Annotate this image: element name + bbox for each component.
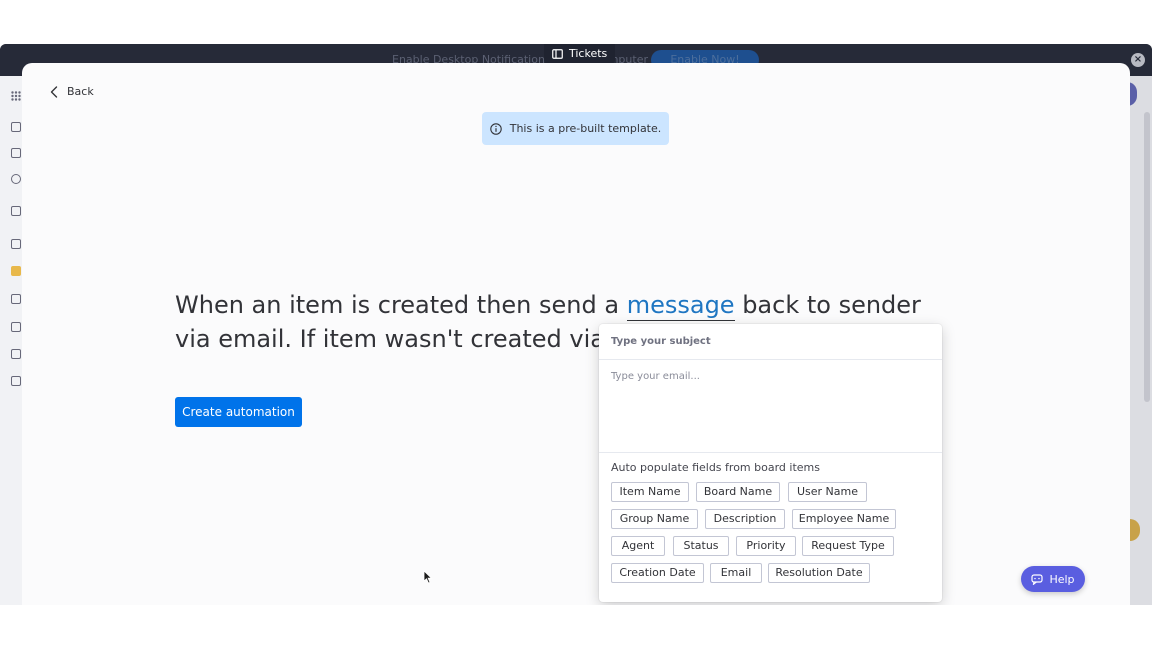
field-chip-board-name[interactable]: Board Name — [696, 482, 780, 502]
apps-grid-icon[interactable] — [11, 86, 21, 101]
workspaces-icon[interactable] — [11, 239, 21, 249]
info-icon — [489, 122, 502, 135]
notifications-icon[interactable] — [11, 174, 21, 184]
field-chip-creation-date[interactable]: Creation Date — [611, 563, 704, 583]
left-sidebar — [0, 76, 22, 605]
field-chip-agent[interactable]: Agent — [611, 536, 665, 556]
my-work-icon[interactable] — [11, 148, 21, 158]
back-button[interactable]: Back — [50, 85, 94, 98]
field-chip-group-name[interactable]: Group Name — [611, 509, 698, 529]
field-chip-request-type[interactable]: Request Type — [802, 536, 894, 556]
field-chip-description[interactable]: Description — [705, 509, 785, 529]
board-icon[interactable] — [11, 294, 21, 304]
create-automation-button[interactable]: Create automation — [175, 397, 302, 427]
autopopulate-label: Auto populate fields from board items — [611, 461, 820, 474]
email-subject-input[interactable] — [599, 324, 942, 360]
field-chip-employee-name[interactable]: Employee Name — [792, 509, 896, 529]
panel-icon — [552, 49, 563, 59]
chat-help-icon — [1031, 573, 1044, 585]
chevron-left-icon — [50, 85, 58, 98]
scrollbar[interactable] — [1144, 112, 1150, 402]
automation-template-modal: Back This is a pre-built template. When … — [22, 63, 1130, 605]
alert-icon[interactable] — [11, 322, 21, 332]
field-chip-item-name[interactable]: Item Name — [611, 482, 689, 502]
help-button[interactable]: Help — [1021, 566, 1085, 592]
document-icon[interactable] — [11, 349, 21, 359]
close-icon[interactable]: × — [1131, 53, 1145, 67]
tickets-tab[interactable]: Tickets — [544, 44, 616, 64]
email-body-textarea[interactable] — [599, 361, 942, 453]
home-icon[interactable] — [11, 122, 21, 132]
mouse-cursor-icon — [423, 570, 433, 584]
email-composer-popup: Auto populate fields from board items It… — [599, 324, 942, 602]
help-label: Help — [1049, 572, 1075, 586]
field-chip-resolution-date[interactable]: Resolution Date — [768, 563, 870, 583]
back-label: Back — [67, 85, 94, 98]
banner-text: This is a pre-built template. — [509, 122, 662, 135]
field-chip-priority[interactable]: Priority — [736, 536, 796, 556]
field-chip-user-name[interactable]: User Name — [788, 482, 867, 502]
favorites-icon[interactable] — [11, 206, 21, 216]
template-info-banner: This is a pre-built template. — [482, 112, 669, 145]
field-chip-status[interactable]: Status — [673, 536, 729, 556]
dashboard-icon[interactable] — [11, 376, 21, 386]
field-chip-email[interactable]: Email — [710, 563, 762, 583]
workspace-avatar-icon[interactable] — [11, 266, 21, 276]
message-link[interactable]: message — [626, 291, 735, 321]
tickets-tab-label: Tickets — [569, 47, 608, 60]
sentence-part-before: When an item is created then send a — [175, 291, 627, 319]
